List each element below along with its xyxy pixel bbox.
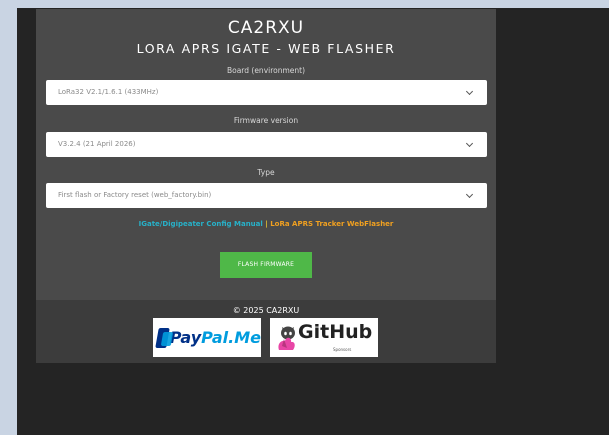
page-title: CA2RXU: [227, 18, 305, 38]
sponsors-text: Sponsors: [333, 347, 352, 352]
type-label: Type: [257, 168, 275, 177]
board-select-value: LoRa32 V2.1/1.6.1 (433MHz): [58, 88, 159, 96]
config-manual-link[interactable]: IGate/Digipeater Config Manual: [139, 220, 263, 228]
chevron-down-icon: [465, 87, 474, 96]
top-strip: [17, 0, 609, 8]
github-sponsors-button[interactable]: GitHub Sponsors: [270, 318, 378, 357]
tracker-webflasher-link[interactable]: LoRa APRS Tracker WebFlasher: [270, 220, 393, 228]
paypal-icon: [155, 327, 174, 348]
chevron-down-icon: [465, 190, 474, 199]
firmware-select[interactable]: V3.2.4 (21 April 2026): [46, 132, 487, 157]
link-separator: |: [265, 220, 268, 228]
flash-firmware-button[interactable]: FLASH FIRMWARE: [220, 252, 312, 278]
firmware-select-value: V3.2.4 (21 April 2026): [58, 140, 136, 148]
type-select-value: First flash or Factory reset (web_factor…: [58, 191, 212, 199]
paypal-button[interactable]: PayPal.Me: [153, 318, 261, 357]
firmware-label: Firmware version: [233, 116, 299, 125]
page-subtitle: LORA APRS IGATE - WEB FLASHER: [136, 41, 396, 56]
chevron-down-icon: [465, 139, 474, 148]
paypal-logo-text: PayPal.Me: [169, 328, 261, 347]
board-select[interactable]: LoRa32 V2.1/1.6.1 (433MHz): [46, 80, 487, 105]
type-select[interactable]: First flash or Factory reset (web_factor…: [46, 183, 487, 208]
links-row: IGate/Digipeater Config Manual | LoRa AP…: [36, 220, 496, 228]
copyright-text: © 2025 CA2RXU: [232, 306, 300, 315]
board-label: Board (environment): [226, 66, 306, 75]
footer: © 2025 CA2RXU PayPal.Me GitHub Sponsors: [36, 300, 496, 363]
github-logo-text: GitHub: [298, 321, 373, 343]
flasher-card: CA2RXU LORA APRS IGATE - WEB FLASHER Boa…: [36, 9, 496, 300]
github-octocat-icon: [278, 326, 295, 350]
